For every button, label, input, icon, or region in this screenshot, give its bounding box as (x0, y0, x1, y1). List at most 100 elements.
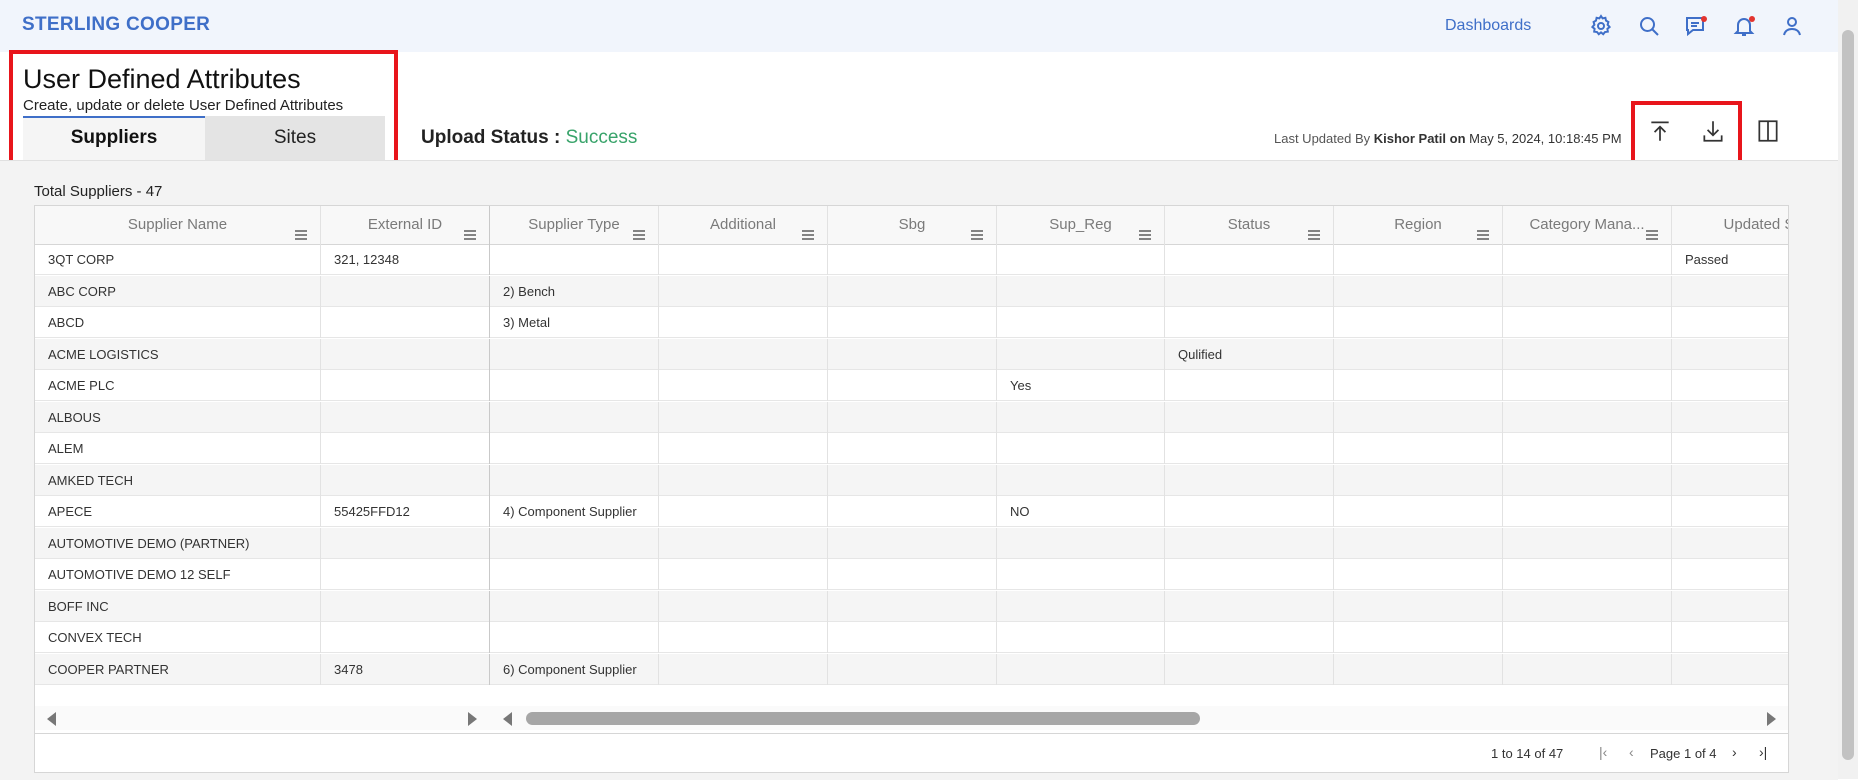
table-cell[interactable] (1503, 275, 1672, 307)
brand-logo[interactable]: STERLING COOPER (22, 14, 210, 36)
table-row[interactable]: AUTOMOTIVE DEMO (PARTNER) (35, 527, 1788, 559)
table-cell[interactable] (828, 653, 997, 685)
table-cell[interactable] (1334, 496, 1503, 527)
table-cell[interactable] (659, 496, 828, 527)
table-cell[interactable]: Passed (1672, 244, 1788, 275)
table-cell[interactable] (1503, 338, 1672, 370)
table-cell[interactable] (1503, 590, 1672, 622)
table-row[interactable]: 3QT CORP 321, 12348 Passed (35, 244, 1788, 275)
table-cell[interactable] (659, 559, 828, 590)
table-cell[interactable] (490, 338, 659, 370)
table-cell[interactable] (490, 527, 659, 559)
table-cell[interactable] (1503, 496, 1672, 527)
table-cell[interactable] (997, 338, 1165, 370)
table-cell[interactable] (490, 370, 659, 401)
first-page-icon[interactable]: |‹ (1599, 744, 1607, 760)
table-cell[interactable] (1334, 622, 1503, 653)
table-cell[interactable]: AUTOMOTIVE DEMO (PARTNER) (35, 527, 321, 559)
table-cell[interactable] (1334, 590, 1503, 622)
table-cell[interactable] (1672, 433, 1788, 464)
column-header[interactable]: Additional (659, 206, 828, 244)
column-header[interactable]: Supplier Name (35, 206, 321, 244)
column-menu-icon[interactable] (801, 218, 815, 240)
columns-panel-icon[interactable] (1755, 118, 1781, 144)
table-cell[interactable] (1672, 276, 1788, 307)
bell-icon[interactable] (1732, 14, 1756, 38)
last-page-icon[interactable]: ›| (1759, 744, 1767, 760)
table-cell[interactable]: ABCD (35, 307, 321, 338)
table-cell[interactable] (659, 527, 828, 559)
table-cell[interactable]: 2) Bench (490, 275, 659, 307)
column-header[interactable]: Supplier Type (490, 206, 659, 244)
table-row[interactable]: ALBOUS (35, 401, 1788, 433)
table-cell[interactable] (828, 433, 997, 464)
table-cell[interactable] (1503, 653, 1672, 685)
table-cell[interactable] (659, 401, 828, 433)
column-header[interactable]: Region (1334, 206, 1503, 244)
table-row[interactable]: ABCD 3) Metal (35, 307, 1788, 338)
table-cell[interactable] (1672, 622, 1788, 653)
table-cell[interactable] (828, 307, 997, 338)
table-cell[interactable]: ABC CORP (35, 275, 321, 307)
table-cell[interactable] (997, 559, 1165, 590)
table-cell[interactable] (997, 307, 1165, 338)
table-cell[interactable] (1165, 496, 1334, 527)
column-menu-icon[interactable] (1138, 218, 1152, 240)
table-cell[interactable]: NO (997, 496, 1165, 527)
table-cell[interactable] (659, 653, 828, 685)
table-cell[interactable] (1503, 401, 1672, 433)
table-cell[interactable]: APECE (35, 496, 321, 527)
table-cell[interactable]: AUTOMOTIVE DEMO 12 SELF (35, 559, 321, 590)
table-cell[interactable] (828, 275, 997, 307)
column-menu-icon[interactable] (1645, 218, 1659, 240)
table-cell[interactable]: 3QT CORP (35, 244, 321, 275)
table-cell[interactable] (1672, 496, 1788, 527)
table-row[interactable]: AMKED TECH (35, 464, 1788, 496)
table-cell[interactable] (828, 244, 997, 275)
table-cell[interactable] (659, 590, 828, 622)
table-cell[interactable] (1672, 654, 1788, 685)
table-cell[interactable] (1334, 464, 1503, 496)
table-cell[interactable] (1334, 559, 1503, 590)
table-cell[interactable] (659, 622, 828, 653)
search-icon[interactable] (1637, 14, 1661, 38)
table-cell[interactable] (1503, 527, 1672, 559)
column-header[interactable]: Updated Statu (1672, 206, 1788, 244)
table-cell[interactable]: 6) Component Supplier (490, 653, 659, 685)
table-cell[interactable] (490, 559, 659, 590)
table-cell[interactable]: 321, 12348 (321, 244, 490, 275)
table-cell[interactable] (321, 464, 490, 496)
table-cell[interactable]: 3478 (321, 653, 490, 685)
table-cell[interactable] (490, 622, 659, 653)
table-cell[interactable]: 55425FFD12 (321, 496, 490, 527)
table-cell[interactable] (659, 338, 828, 370)
table-cell[interactable] (1503, 244, 1672, 275)
table-cell[interactable] (321, 527, 490, 559)
table-cell[interactable] (321, 370, 490, 401)
table-cell[interactable] (490, 464, 659, 496)
table-cell[interactable] (828, 622, 997, 653)
table-cell[interactable] (997, 464, 1165, 496)
table-cell[interactable] (1334, 653, 1503, 685)
scroll-right-icon[interactable] (1767, 712, 1776, 726)
table-cell[interactable] (1503, 370, 1672, 401)
table-cell[interactable] (1334, 275, 1503, 307)
table-row[interactable]: COOPER PARTNER 3478 6) Component Supplier (35, 653, 1788, 685)
table-cell[interactable] (321, 590, 490, 622)
table-cell[interactable] (659, 370, 828, 401)
column-menu-icon[interactable] (294, 218, 308, 240)
table-cell[interactable] (828, 496, 997, 527)
table-cell[interactable]: 4) Component Supplier (490, 496, 659, 527)
table-cell[interactable] (1165, 370, 1334, 401)
table-row[interactable]: ACME LOGISTICS Qulified (35, 338, 1788, 370)
table-cell[interactable] (1165, 275, 1334, 307)
table-cell[interactable]: ALEM (35, 433, 321, 464)
table-cell[interactable] (1672, 591, 1788, 622)
table-row[interactable]: ABC CORP 2) Bench (35, 275, 1788, 307)
table-cell[interactable] (1503, 433, 1672, 464)
table-cell[interactable] (1334, 338, 1503, 370)
table-cell[interactable] (1334, 527, 1503, 559)
table-cell[interactable] (1334, 401, 1503, 433)
table-cell[interactable] (659, 433, 828, 464)
table-cell[interactable] (828, 590, 997, 622)
